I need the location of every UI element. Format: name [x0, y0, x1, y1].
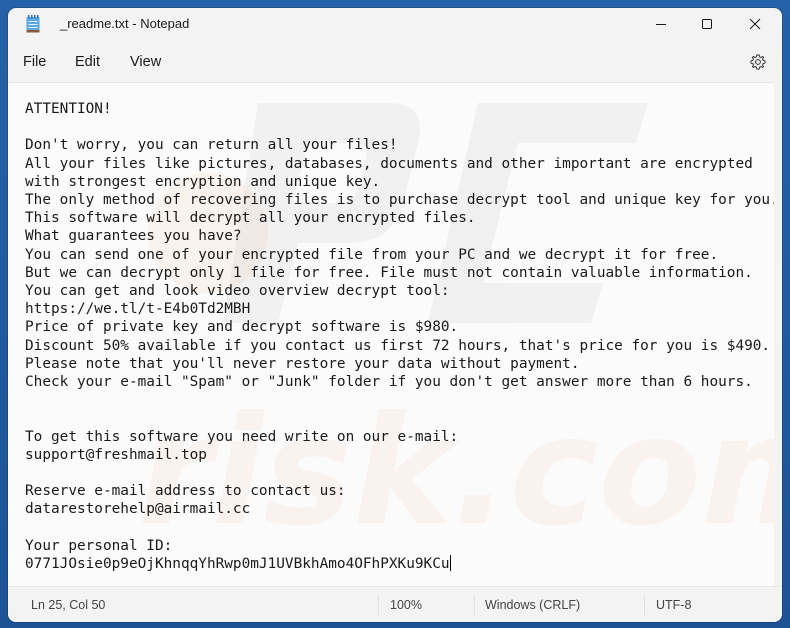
line-5: with strongest encryption and unique key…	[25, 173, 381, 190]
maximize-icon	[701, 18, 713, 30]
vertical-scrollbar[interactable]	[774, 82, 782, 586]
line-16: Check your e-mail "Spam" or "Junk" folde…	[25, 374, 753, 391]
status-bar: Ln 25, Col 50 100% Windows (CRLF) UTF-8	[8, 586, 782, 622]
line-26-personal-id: 0771JOsie0p9eOjKhnqqYhRwp0mJ1UVBkhAmo4OF…	[25, 556, 450, 573]
status-divider	[378, 595, 379, 615]
encoding[interactable]: UTF-8	[656, 598, 691, 612]
line-7: This software will decrypt all your encr…	[25, 210, 476, 227]
menu-file[interactable]: File	[23, 54, 46, 70]
window-title: _readme.txt - Notepad	[60, 16, 190, 31]
menu-view[interactable]: View	[130, 54, 161, 70]
line-15: Please note that you'll never restore yo…	[25, 355, 580, 372]
line-13: Price of private key and decrypt softwar…	[25, 319, 459, 336]
menu-edit[interactable]: Edit	[75, 54, 100, 70]
line-23-email: datarestorehelp@airmail.cc	[25, 501, 251, 518]
menu-bar: File Edit View	[8, 44, 782, 82]
gear-icon	[749, 53, 767, 75]
line-19: To get this software you need write on o…	[25, 428, 459, 445]
line-22: Reserve e-mail address to contact us:	[25, 483, 346, 500]
line-3: Don't worry, you can return all your fil…	[25, 137, 398, 154]
zoom-level[interactable]: 100%	[390, 598, 422, 612]
line-10: But we can decrypt only 1 file for free.…	[25, 264, 753, 281]
cursor-position: Ln 25, Col 50	[31, 598, 106, 612]
line-20-email: support@freshmail.top	[25, 446, 207, 463]
line-14: Discount 50% available if you contact us…	[25, 337, 771, 354]
line-1: ATTENTION!	[25, 101, 112, 117]
line-6: The only method of recovering files is t…	[25, 192, 774, 209]
line-11: You can get and look video overview decr…	[25, 283, 450, 300]
notepad-window: _readme.txt - Notepad File Edit View ris…	[8, 8, 782, 622]
close-icon	[749, 18, 761, 30]
maximize-button[interactable]	[684, 8, 730, 40]
close-button[interactable]	[732, 8, 778, 40]
text-editor[interactable]: risk.com ATTENTION! Don't worry, you can…	[8, 82, 774, 587]
minimize-button[interactable]	[638, 8, 684, 40]
line-25: Your personal ID:	[25, 537, 173, 554]
editor-content[interactable]: ATTENTION! Don't worry, you can return a…	[25, 100, 774, 573]
notepad-icon	[26, 15, 40, 33]
text-caret	[449, 555, 451, 572]
minimize-icon	[655, 18, 667, 30]
line-4: All your files like pictures, databases,…	[25, 155, 753, 172]
title-bar[interactable]: _readme.txt - Notepad	[8, 8, 782, 40]
status-divider	[644, 595, 645, 615]
line-12-link: https://we.tl/t-E4b0Td2MBH	[25, 301, 251, 318]
settings-button[interactable]	[746, 52, 770, 76]
line-8: What guarantees you have?	[25, 228, 242, 245]
line-9: You can send one of your encrypted file …	[25, 246, 719, 263]
status-divider	[474, 595, 475, 615]
line-ending[interactable]: Windows (CRLF)	[485, 598, 580, 612]
